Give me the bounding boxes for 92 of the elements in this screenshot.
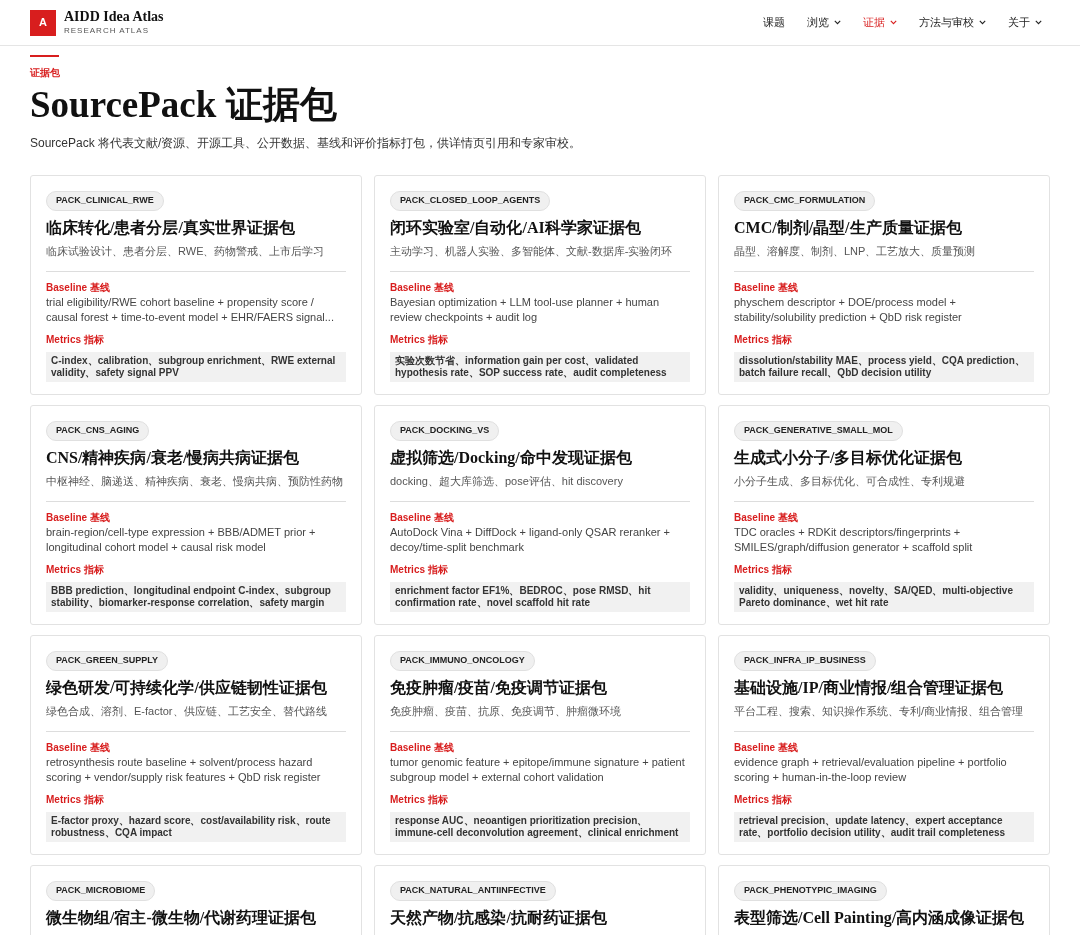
baseline-label: Baseline 基线 — [46, 281, 111, 295]
metrics-label: Metrics 指标 — [734, 333, 793, 347]
pack-topics: 免疫肿瘤、疫苗、抗原、免疫调节、肿瘤微环境 — [390, 702, 690, 732]
metrics-label: Metrics 指标 — [390, 793, 449, 807]
pack-title: 闭环实验室/自动化/AI科学家证据包 — [390, 217, 642, 237]
pack-id-tag: PACK_GREEN_SUPPLY — [46, 651, 169, 671]
metrics-label: Metrics 指标 — [46, 333, 105, 347]
metrics-text: validity、uniqueness、novelty、SA/QED、multi-objective Pareto dominance、wet hit rate — [734, 582, 1034, 612]
pack-title: CNS/精神疾病/衰老/慢病共病证据包 — [46, 447, 301, 467]
metrics-text: C-index、calibration、subgroup enrichment、RWE external validity、safety signal PPV — [46, 352, 346, 382]
metrics-text: dissolution/stability MAE、process yield、CQA prediction、batch failure recall、QbD decision utility — [734, 352, 1034, 382]
pack-id-tag: PACK_INFRA_IP_BUSINESS — [734, 651, 876, 671]
baseline-text: tumor genomic feature + epitope/immune signature + patient subgroup model + external cohort validation — [390, 755, 686, 785]
nav-link[interactable]: 课题 — [763, 14, 785, 31]
logo-icon[interactable]: A — [30, 9, 56, 36]
pack-topics: 临床试验设计、患者分层、RWE、药物警戒、上市后学习 — [46, 242, 346, 272]
metrics-label: Metrics 指标 — [734, 793, 793, 807]
nav-link[interactable]: 证据 — [863, 14, 897, 31]
brand-tagline: RESEARCH ATLAS — [64, 24, 150, 37]
baseline-label: Baseline 基线 — [734, 511, 799, 525]
pack-topics: 绿色合成、溶剂、E-factor、供应链、工艺安全、替代路线 — [46, 702, 346, 732]
nav-link[interactable]: 方法与审校 — [919, 14, 986, 31]
baseline-text: Bayesian optimization + LLM tool-use planner + human review checkpoints + audit log — [390, 295, 661, 325]
pack-title: 表型筛选/Cell Painting/高内涵成像证据包 — [734, 907, 1026, 927]
pack-id-tag: PACK_CNS_AGING — [46, 421, 150, 441]
pack-id-tag: PACK_DOCKING_VS — [390, 421, 500, 441]
metrics-text: E-factor proxy、hazard score、cost/availability risk、route robustness、CQA impact — [46, 812, 346, 842]
pack-id-tag: PACK_IMMUNO_ONCOLOGY — [390, 651, 535, 671]
pack-title: CMC/制剂/晶型/生产质量证据包 — [734, 217, 963, 237]
baseline-text: trial eligibility/RWE cohort baseline + propensity score / causal forest + time-to-event model + EHR/FAERS signal... — [46, 295, 335, 325]
page-title: SourcePack 证据包 — [30, 83, 338, 127]
baseline-label: Baseline 基线 — [46, 741, 111, 755]
metrics-label: Metrics 指标 — [734, 563, 793, 577]
pack-card[interactable] — [718, 635, 1050, 855]
pack-card[interactable] — [30, 405, 362, 625]
pack-id-tag: PACK_CLINICAL_RWE — [46, 191, 164, 211]
nav-link[interactable]: 浏览 — [807, 14, 841, 31]
baseline-text: TDC oracles + RDKit descriptors/fingerprints + SMILES/graph/diffusion generator + scaffold split — [734, 525, 974, 555]
nav-link[interactable]: 关于 — [1008, 14, 1042, 31]
metrics-text: retrieval precision、update latency、expert acceptance rate、portfolio decision utility、audit trail completeness — [734, 812, 1034, 842]
pack-topics: 主动学习、机器人实验、多智能体、文献-数据库-实验闭环 — [390, 242, 690, 272]
pack-id-tag: PACK_PHENOTYPIC_IMAGING — [734, 881, 887, 901]
baseline-text: retrosynthesis route baseline + solvent/process hazard scoring + vendor/supply risk features + QbD risk register — [46, 755, 322, 785]
pack-id-tag: PACK_CMC_FORMULATION — [734, 191, 876, 211]
pack-card[interactable] — [374, 405, 706, 625]
pack-id-tag: PACK_MICROBIOME — [46, 881, 156, 901]
pack-id-tag: PACK_GENERATIVE_SMALL_MOL — [734, 421, 903, 441]
baseline-label: Baseline 基线 — [734, 281, 799, 295]
pack-card[interactable] — [30, 175, 362, 395]
baseline-label: Baseline 基线 — [390, 281, 455, 295]
baseline-text: AutoDock Vina + DiffDock + ligand-only QSAR reranker + decoy/time-split benchmark — [390, 525, 671, 555]
pack-id-tag: PACK_NATURAL_ANTIINFECTIVE — [390, 881, 556, 901]
metrics-label: Metrics 指标 — [390, 563, 449, 577]
baseline-label: Baseline 基线 — [390, 511, 455, 525]
page-description: SourcePack 将代表文献/资源、开源工具、公开数据、基线和评价指标打包，供详情页引用和专家审校。 — [30, 135, 583, 152]
pack-title: 绿色研发/可持续化学/供应链韧性证据包 — [46, 677, 328, 697]
pack-card[interactable] — [374, 175, 706, 395]
pack-topics: 小分子生成、多目标优化、可合成性、专利规避 — [734, 472, 1034, 502]
pack-id-tag: PACK_CLOSED_LOOP_AGENTS — [390, 191, 551, 211]
section-label: 证据包 — [30, 66, 61, 80]
pack-card[interactable] — [718, 405, 1050, 625]
brand-name: AIDD Idea Atlas — [64, 8, 164, 25]
pack-title: 天然产物/抗感染/抗耐药证据包 — [390, 907, 608, 927]
metrics-text: response AUC、neoantigen prioritization precision、immune-cell deconvolution agreement、clinical enrichment — [390, 812, 690, 842]
baseline-text: brain-region/cell-type expression + BBB/ADMET prior + longitudinal cohort model + causal risk model — [46, 525, 317, 555]
baseline-label: Baseline 基线 — [390, 741, 455, 755]
pack-topics: 平台工程、搜索、知识操作系统、专利/商业情报、组合管理 — [734, 702, 1034, 732]
pack-topics: 晶型、溶解度、制剂、LNP、工艺放大、质量预测 — [734, 242, 1034, 272]
pack-title: 临床转化/患者分层/真实世界证据包 — [46, 217, 296, 237]
baseline-label: Baseline 基线 — [734, 741, 799, 755]
metrics-text: 实验次数节省、information gain per cost、validated hypothesis rate、SOP success rate、audit completeness — [390, 352, 690, 382]
pack-card[interactable] — [30, 635, 362, 855]
pack-title: 基础设施/IP/商业情报/组合管理证据包 — [734, 677, 1005, 697]
pack-card[interactable]: PACK_NATURAL_ANTIINFECTIVE 天然产物/抗感染/抗耐药证据包 — [374, 865, 706, 935]
metrics-label: Metrics 指标 — [46, 793, 105, 807]
metrics-label: Metrics 指标 — [390, 333, 449, 347]
metrics-text: enrichment factor EF1%、BEDROC、pose RMSD、hit confirmation rate、novel scaffold hit rate — [390, 582, 690, 612]
pack-topics: 中枢神经、脑递送、精神疾病、衰老、慢病共病、预防性药物 — [46, 472, 346, 502]
pack-card[interactable]: PACK_MICROBIOME 微生物组/宿主-微生物/代谢药理证据包 — [30, 865, 362, 935]
pack-title: 虚拟筛选/Docking/命中发现证据包 — [390, 447, 633, 467]
metrics-label: Metrics 指标 — [46, 563, 105, 577]
pack-title: 微生物组/宿主-微生物/代谢药理证据包 — [46, 907, 318, 927]
pack-topics: docking、超大库筛选、pose评估、hit discovery — [390, 472, 690, 502]
metrics-text: BBB prediction、longitudinal endpoint C-index、subgroup stability、biomarker-response correlation、safety margin — [46, 582, 346, 612]
baseline-text: physchem descriptor + DOE/process model + stability/solubility prediction + QbD risk register — [734, 295, 963, 325]
pack-title: 免疫肿瘤/疫苗/免疫调节证据包 — [390, 677, 608, 697]
pack-card[interactable]: PACK_PHENOTYPIC_IMAGING 表型筛选/Cell Painting/高内涵成像证据包 — [718, 865, 1050, 935]
baseline-label: Baseline 基线 — [46, 511, 111, 525]
pack-title: 生成式小分子/多目标优化证据包 — [734, 447, 964, 467]
pack-card[interactable] — [718, 175, 1050, 395]
baseline-text: evidence graph + retrieval/evaluation pipeline + portfolio scoring + human-in-the-loop review — [734, 755, 1008, 785]
pack-card[interactable] — [374, 635, 706, 855]
